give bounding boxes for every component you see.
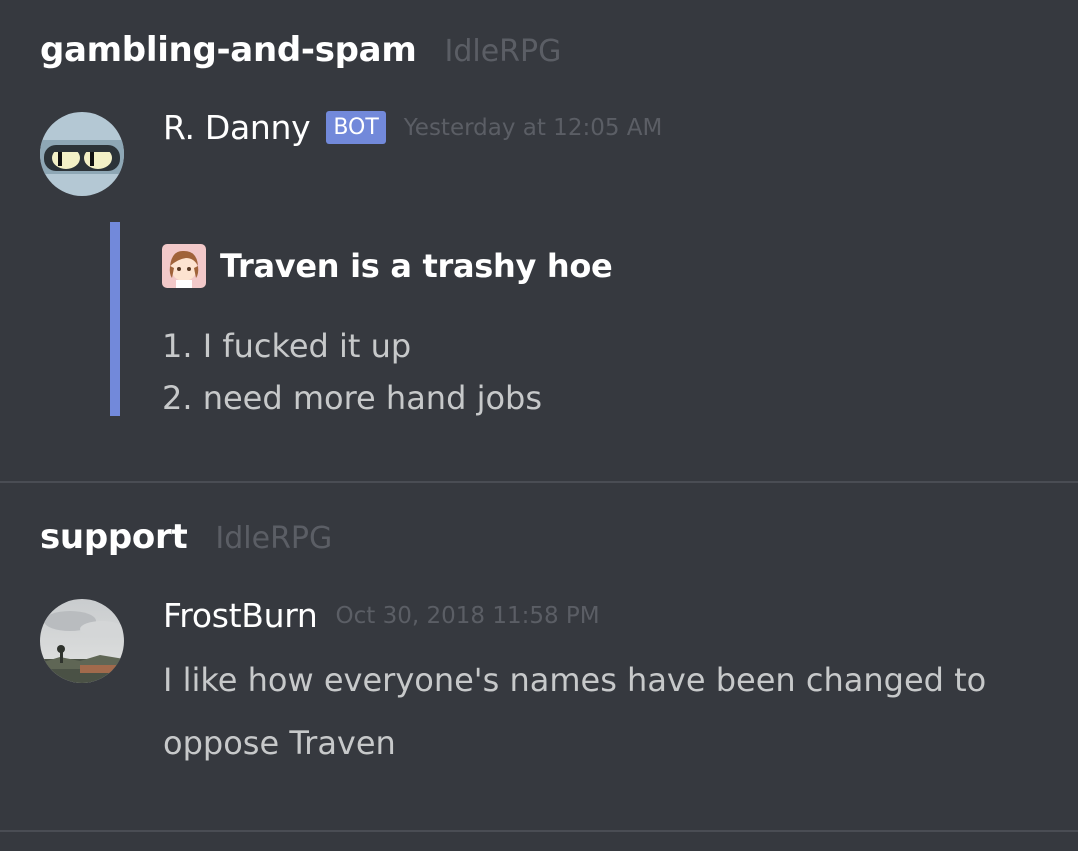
result-header: gambling-and-spam IdleRPG — [40, 30, 561, 70]
embed-line: 1. I fucked it up — [162, 327, 412, 365]
embed-author: Traven is a trashy hoe — [162, 244, 613, 288]
message-content: I like how everyone's names have been ch… — [163, 649, 1043, 775]
message-embed: Traven is a trashy hoe 1. I fucked it up… — [110, 222, 1050, 417]
embed-color-bar — [110, 222, 120, 416]
embed-description: 1. I fucked it up 2. need more hand jobs — [162, 320, 542, 424]
result-divider — [0, 830, 1078, 832]
message-line: I like how everyone's names have been ch… — [163, 661, 987, 699]
bot-tag: BOT — [326, 111, 386, 144]
bot-avatar[interactable] — [40, 112, 124, 196]
embed-line: 2. need more hand jobs — [162, 379, 543, 417]
result-divider — [0, 481, 1078, 483]
cloudy-landscape-icon — [40, 599, 124, 683]
embed-author-name: Traven is a trashy hoe — [220, 247, 613, 285]
guild-name: IdleRPG — [215, 521, 333, 556]
message-header: R. Danny BOT Yesterday at 12:05 AM — [163, 108, 662, 147]
guild-name: IdleRPG — [444, 34, 562, 69]
anime-character-icon — [162, 244, 206, 288]
robot-eyes-icon — [40, 112, 124, 196]
channel-name[interactable]: support — [40, 517, 188, 557]
result-header: support IdleRPG — [40, 517, 332, 557]
message-author[interactable]: FrostBurn — [163, 596, 318, 635]
channel-name[interactable]: gambling-and-spam — [40, 30, 417, 70]
message-timestamp: Oct 30, 2018 11:58 PM — [335, 602, 600, 629]
message-timestamp: Yesterday at 12:05 AM — [403, 114, 663, 141]
message-header: FrostBurn Oct 30, 2018 11:58 PM — [163, 596, 600, 635]
message-line: oppose Traven — [163, 724, 396, 762]
user-avatar[interactable] — [40, 599, 124, 683]
message-author[interactable]: R. Danny — [163, 108, 311, 147]
